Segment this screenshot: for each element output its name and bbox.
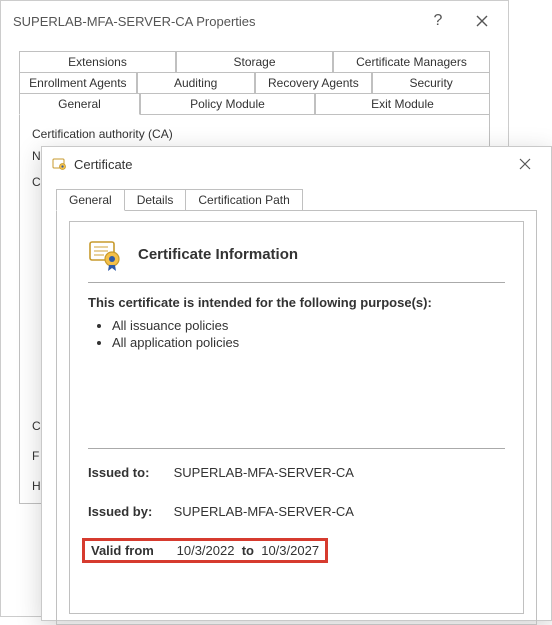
divider <box>88 282 505 283</box>
certificate-large-icon <box>88 236 124 272</box>
tab-policy-module[interactable]: Policy Module <box>140 93 315 115</box>
certificate-icon <box>52 156 68 172</box>
tab-auditing[interactable]: Auditing <box>137 72 255 93</box>
issued-by-value: SUPERLAB-MFA-SERVER-CA <box>174 504 354 519</box>
valid-to-value: 10/3/2027 <box>261 543 319 558</box>
valid-from-label: Valid from <box>91 543 173 558</box>
certificate-titlebar: Certificate <box>42 147 551 181</box>
issued-to-value: SUPERLAB-MFA-SERVER-CA <box>174 465 354 480</box>
certificate-tabs: General Details Certification Path <box>42 181 551 211</box>
issued-to-row: Issued to: SUPERLAB-MFA-SERVER-CA <box>88 465 505 480</box>
close-button[interactable] <box>460 2 504 40</box>
issued-by-label: Issued by: <box>88 504 170 519</box>
purpose-list: All issuance policies All application po… <box>112 318 505 350</box>
valid-from-value: 10/3/2022 <box>177 543 235 558</box>
properties-title: SUPERLAB-MFA-SERVER-CA Properties <box>13 14 416 29</box>
cert-tab-certification-path[interactable]: Certification Path <box>185 189 302 211</box>
purpose-heading: This certificate is intended for the fol… <box>88 295 505 310</box>
ca-section-label: Certification authority (CA) <box>32 127 477 141</box>
tab-enrollment-agents[interactable]: Enrollment Agents <box>19 72 137 93</box>
tab-general[interactable]: General <box>19 93 140 115</box>
purpose-item: All issuance policies <box>112 318 505 333</box>
close-icon <box>519 158 531 170</box>
certificate-title: Certificate <box>74 157 503 172</box>
divider <box>88 448 505 449</box>
purpose-item: All application policies <box>112 335 505 350</box>
tab-recovery-agents[interactable]: Recovery Agents <box>255 72 373 93</box>
issued-to-label: Issued to: <box>88 465 170 480</box>
tab-security[interactable]: Security <box>372 72 490 93</box>
certificate-info-heading: Certificate Information <box>138 246 298 263</box>
tab-extensions[interactable]: Extensions <box>19 51 176 72</box>
tab-storage[interactable]: Storage <box>176 51 333 72</box>
tab-exit-module[interactable]: Exit Module <box>315 93 490 115</box>
certificate-window: Certificate General Details Certificatio… <box>41 146 552 621</box>
cert-tab-details[interactable]: Details <box>124 189 187 211</box>
tab-certificate-managers[interactable]: Certificate Managers <box>333 51 490 72</box>
issued-by-row: Issued by: SUPERLAB-MFA-SERVER-CA <box>88 504 505 519</box>
certificate-panel: Certificate Information This certificate… <box>69 221 524 614</box>
cert-tab-general[interactable]: General <box>56 189 125 211</box>
properties-titlebar: SUPERLAB-MFA-SERVER-CA Properties ? <box>1 1 508 41</box>
validity-row: Valid from 10/3/2022 to 10/3/2027 <box>82 538 328 563</box>
certificate-body: Certificate Information This certificate… <box>56 210 537 625</box>
close-icon <box>476 15 488 27</box>
help-button[interactable]: ? <box>416 2 460 40</box>
valid-to-label: to <box>242 543 254 558</box>
certificate-close-button[interactable] <box>503 149 547 179</box>
